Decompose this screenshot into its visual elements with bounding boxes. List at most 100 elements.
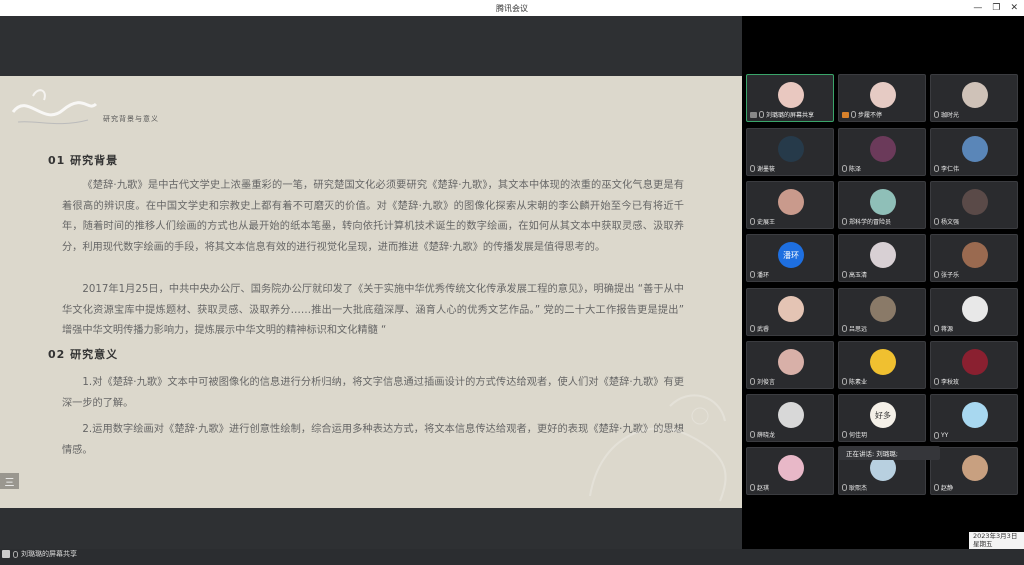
window-title: 腾讯会议 bbox=[496, 3, 528, 13]
participant-name: 谢墨筱 bbox=[750, 164, 775, 173]
avatar bbox=[778, 189, 804, 215]
mic-icon bbox=[934, 378, 939, 385]
tiger-illustration-icon bbox=[589, 394, 727, 502]
participant-tile[interactable]: 杨文强 bbox=[930, 181, 1018, 229]
mic-icon bbox=[759, 111, 764, 118]
screen-share-icon bbox=[750, 111, 757, 118]
participant-tile[interactable]: YY bbox=[930, 394, 1018, 442]
restore-button[interactable]: ❐ bbox=[992, 0, 1000, 16]
avatar bbox=[870, 296, 896, 322]
participant-tile[interactable]: 赵琪 bbox=[746, 447, 834, 495]
mic-icon bbox=[842, 218, 847, 225]
mic-icon bbox=[934, 165, 939, 172]
mic-icon bbox=[842, 165, 847, 172]
participant-name: 吕思远 bbox=[842, 324, 867, 333]
avatar bbox=[962, 402, 988, 428]
avatar: 潘环 bbox=[778, 242, 804, 268]
section-heading: 01 研究背景 bbox=[48, 154, 119, 167]
participant-tile[interactable]: 谢墨筱 bbox=[746, 128, 834, 176]
mic-icon bbox=[842, 271, 847, 278]
participant-name: 史展王 bbox=[750, 217, 775, 226]
avatar bbox=[870, 189, 896, 215]
participant-name: 珈时光 bbox=[934, 110, 959, 119]
participant-tile[interactable]: 高玉清 bbox=[838, 234, 926, 282]
participant-tile[interactable]: 张子乐 bbox=[930, 234, 1018, 282]
participant-name: 蒋源 bbox=[934, 324, 953, 333]
clock-weekday: 星期五 bbox=[973, 540, 993, 548]
avatar bbox=[962, 189, 988, 215]
participant-name-text: 蒋源 bbox=[941, 326, 954, 333]
avatar bbox=[962, 82, 988, 108]
participant-tile[interactable]: 陈素业 bbox=[838, 341, 926, 389]
participant-name: 张子乐 bbox=[934, 270, 959, 279]
avatar bbox=[778, 136, 804, 162]
participant-name: 李秋玫 bbox=[934, 377, 959, 386]
mic-icon bbox=[750, 378, 755, 385]
participant-name-text: 刘俊言 bbox=[757, 379, 776, 386]
participant-tile[interactable]: 步履不停 bbox=[838, 74, 926, 122]
avatar bbox=[870, 136, 896, 162]
participant-tile[interactable]: 潘环 潘环 bbox=[746, 234, 834, 282]
mic-icon bbox=[842, 325, 847, 332]
participant-tile[interactable]: 刘俊言 bbox=[746, 341, 834, 389]
participant-name: 高玉清 bbox=[842, 270, 867, 279]
minimize-button[interactable]: — bbox=[973, 0, 982, 16]
participant-tile[interactable]: 薛晓龙 bbox=[746, 394, 834, 442]
participant-tile[interactable]: 珈时光 bbox=[930, 74, 1018, 122]
participant-name-text: 李秋玫 bbox=[941, 379, 960, 386]
mic-icon bbox=[750, 218, 755, 225]
mic-icon bbox=[750, 484, 755, 491]
participant-name-text: 李仁伟 bbox=[941, 166, 960, 173]
avatar bbox=[778, 349, 804, 375]
participant-name: 刘俊言 bbox=[750, 377, 775, 386]
participant-tile[interactable]: 吕思远 bbox=[838, 288, 926, 336]
participant-name-text: YY bbox=[941, 432, 949, 439]
mic-icon bbox=[750, 271, 755, 278]
participant-name-text: 薛晓龙 bbox=[757, 432, 776, 439]
mic-icon bbox=[934, 218, 939, 225]
avatar bbox=[870, 242, 896, 268]
participant-name: 武睿 bbox=[750, 324, 769, 333]
participant-tile[interactable]: 郑科学的冒险员 bbox=[838, 181, 926, 229]
mic-icon bbox=[842, 378, 847, 385]
avatar bbox=[778, 402, 804, 428]
paragraph: 2017年1月25日，中共中央办公厅、国务院办公厅就印发了《关于实施中华优秀传统… bbox=[62, 284, 684, 336]
participant-name: 赵琪 bbox=[750, 483, 769, 492]
participant-name-text: 高玉清 bbox=[849, 272, 868, 279]
participant-name: 何佳玥 bbox=[842, 430, 867, 439]
close-button[interactable]: ✕ bbox=[1010, 0, 1018, 16]
speaking-indicator: 正在讲话: 刘璐璐; bbox=[838, 446, 940, 460]
mic-icon bbox=[842, 431, 847, 438]
participant-tile[interactable]: 武睿 bbox=[746, 288, 834, 336]
participant-name-text: 赵琪 bbox=[757, 485, 770, 492]
screen-share-label: 刘璐璐的屏幕共享 bbox=[21, 550, 77, 558]
mic-icon bbox=[934, 432, 939, 439]
participant-name-text: 张子乐 bbox=[941, 272, 960, 279]
participant-tile[interactable]: 李仁伟 bbox=[930, 128, 1018, 176]
avatar bbox=[778, 82, 804, 108]
participant-tile[interactable]: 刘璐璐的屏幕共享 bbox=[746, 74, 834, 122]
participant-tile[interactable]: 陈泽 bbox=[838, 128, 926, 176]
screen-share-icon bbox=[2, 550, 10, 558]
participant-tile[interactable]: 蒋源 bbox=[930, 288, 1018, 336]
section-heading: 02 研究意义 bbox=[48, 348, 119, 361]
participant-name: 赵静 bbox=[934, 483, 953, 492]
avatar bbox=[870, 349, 896, 375]
slide-menu-button[interactable]: 三 bbox=[0, 473, 19, 489]
participant-name-text: 赵静 bbox=[941, 485, 954, 492]
avatar bbox=[962, 242, 988, 268]
participant-name: 刘璐璐的屏幕共享 bbox=[750, 110, 814, 119]
mic-icon bbox=[750, 431, 755, 438]
avatar bbox=[962, 136, 988, 162]
mic-icon bbox=[934, 325, 939, 332]
participant-name-text: 谢墨筱 bbox=[757, 166, 776, 173]
participant-name-text: 刘璐璐的屏幕共享 bbox=[766, 112, 815, 119]
mic-icon bbox=[750, 165, 755, 172]
participant-tile[interactable]: 赵静 bbox=[930, 447, 1018, 495]
paragraph: 《楚辞·九歌》是中古代文学史上浓墨重彩的一笔，研究楚国文化必须要研究《楚辞·九歌… bbox=[62, 180, 684, 253]
shared-screen-area: 研究背景与意义 01 研究背景 《楚辞·九歌》是中古代文学史上浓墨重彩的一笔，研… bbox=[0, 16, 742, 558]
participant-tile[interactable]: 好多 何佳玥 bbox=[838, 394, 926, 442]
participant-tile[interactable]: 李秋玫 bbox=[930, 341, 1018, 389]
participant-name: 杨文强 bbox=[934, 217, 959, 226]
participant-tile[interactable]: 史展王 bbox=[746, 181, 834, 229]
